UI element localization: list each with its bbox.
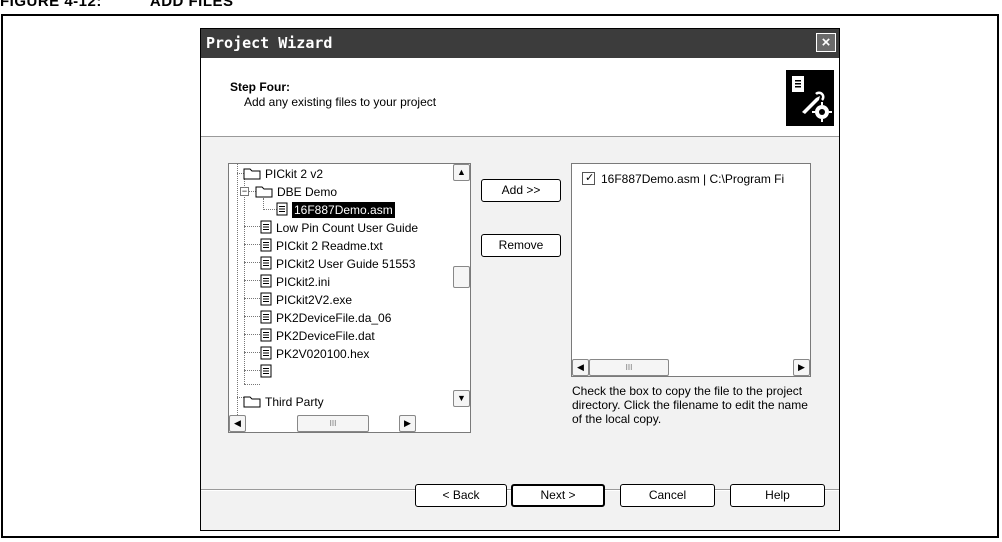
scroll-grip: III (329, 419, 337, 428)
tree-line (244, 226, 260, 227)
document-icon (260, 292, 272, 306)
tree-item-file[interactable]: PICkit2 User Guide 51553 (260, 256, 415, 272)
scroll-down-button[interactable]: ▼ (453, 390, 470, 407)
back-button[interactable]: < Back (415, 484, 507, 507)
tree-line (237, 164, 238, 417)
next-button[interactable]: Next > (511, 484, 605, 507)
tree-line (244, 316, 260, 317)
tree-item-file[interactable]: PICkit2.ini (260, 274, 330, 290)
chevron-down-icon: ▼ (457, 393, 466, 403)
tree-line (263, 209, 277, 210)
chevron-right-icon: ▶ (798, 362, 805, 372)
title-bar[interactable]: Project Wizard × (201, 29, 839, 58)
tree-line (244, 244, 260, 245)
horizontal-scroll-thumb[interactable]: III (589, 359, 669, 376)
collapse-toggle[interactable]: − (240, 187, 249, 196)
tree-item-file[interactable]: PK2DeviceFile.da_06 (260, 310, 391, 326)
window-title: Project Wizard (206, 34, 333, 52)
tree-item-file[interactable]: PK2DeviceFile.dat (260, 328, 375, 344)
vertical-scroll-thumb[interactable] (453, 266, 470, 288)
scroll-right-button[interactable]: ▶ (399, 415, 416, 432)
folder-icon (243, 396, 261, 408)
chevron-up-icon: ▲ (457, 167, 466, 177)
tree-item-file[interactable]: PICkit2V2.exe (260, 292, 352, 308)
help-button[interactable]: Help (730, 484, 825, 507)
document-icon (260, 256, 272, 270)
project-files-panel[interactable]: ✓ 16F887Demo.asm | C:\Program Fi ◀ III ▶ (571, 163, 811, 377)
tree-item-dbe-demo[interactable]: DBE Demo (255, 184, 337, 200)
tree-line (244, 384, 260, 385)
tree-line (244, 334, 260, 335)
chevron-right-icon: ▶ (404, 418, 411, 428)
tree-item-file[interactable]: Low Pin Count User Guide (260, 220, 418, 236)
document-icon (260, 238, 272, 252)
copy-file-checkbox[interactable]: ✓ (582, 172, 595, 185)
document-icon (260, 310, 272, 324)
folder-icon (255, 186, 273, 198)
close-button[interactable]: × (816, 33, 836, 52)
cancel-button[interactable]: Cancel (620, 484, 715, 507)
scroll-up-button[interactable]: ▲ (453, 164, 470, 181)
tree-line (244, 178, 245, 384)
document-icon (276, 202, 288, 216)
step-title: Step Four: (230, 80, 290, 94)
document-icon (260, 274, 272, 288)
add-button[interactable]: Add >> (481, 179, 561, 202)
tree-line (244, 352, 260, 353)
chevron-left-icon: ◀ (577, 362, 584, 372)
scroll-right-button[interactable]: ▶ (793, 359, 810, 376)
tree-item-file[interactable]: PK2V020100.hex (260, 364, 369, 380)
figure-caption: FIGURE 4-12: ADD FILES (0, 0, 234, 10)
document-icon (260, 364, 272, 378)
figure-title: ADD FILES (149, 0, 234, 10)
copy-hint-text: Check the box to copy the file to the pr… (572, 384, 808, 426)
close-icon: × (821, 34, 831, 51)
horizontal-scroll-thumb[interactable]: III (297, 415, 369, 432)
project-file-label: 16F887Demo.asm | C:\Program Fi (601, 172, 785, 186)
figure-label: FIGURE 4-12: (0, 0, 102, 10)
tree-line (244, 298, 260, 299)
checkmark-icon: ✓ (585, 172, 595, 184)
step-description: Add any existing files to your project (244, 95, 437, 109)
tree-item-third-party[interactable]: Third Party (243, 394, 324, 410)
scroll-grip: III (625, 363, 633, 372)
file-tree-panel[interactable]: − PICkit 2 v2 DBE Demo 16F887Demo.asm Lo… (228, 163, 471, 433)
document-icon (260, 346, 272, 360)
tree-item-file[interactable]: PK2V020100.hex (260, 346, 369, 362)
scroll-left-button[interactable]: ◀ (572, 359, 589, 376)
tree-line (244, 370, 260, 371)
folder-icon (243, 168, 261, 180)
tree-item-file[interactable]: PICkit 2 Readme.txt (260, 238, 383, 254)
document-icon (260, 220, 272, 234)
tree-line (244, 280, 260, 281)
scroll-left-button[interactable]: ◀ (229, 415, 246, 432)
chevron-left-icon: ◀ (234, 418, 241, 428)
remove-button[interactable]: Remove (481, 234, 561, 257)
document-icon (260, 328, 272, 342)
project-file-item[interactable]: ✓ 16F887Demo.asm | C:\Program Fi (582, 171, 784, 187)
wizard-tools-icon-graphic (786, 70, 834, 126)
tree-item-16f887demo[interactable]: 16F887Demo.asm (276, 202, 395, 218)
wizard-tools-icon (786, 70, 834, 126)
tree-line (244, 262, 260, 263)
tree-item-pickit2v2[interactable]: PICkit 2 v2 (243, 166, 323, 182)
